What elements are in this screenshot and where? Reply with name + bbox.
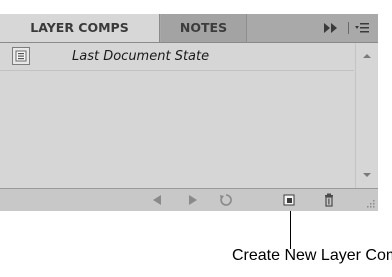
panel-menu-icon[interactable] bbox=[354, 21, 370, 35]
vertical-scrollbar[interactable] bbox=[355, 43, 378, 188]
layer-comp-name: Last Document State bbox=[72, 49, 210, 64]
tab-bar-divider bbox=[348, 22, 349, 34]
layer-comps-list: Last Document State bbox=[0, 43, 378, 188]
panel-tab-bar: LAYER COMPS NOTES bbox=[0, 14, 378, 43]
next-comp-icon[interactable] bbox=[184, 192, 202, 208]
layer-comp-icon[interactable] bbox=[12, 47, 30, 65]
callout-line bbox=[290, 211, 291, 249]
layer-comps-panel: LAYER COMPS NOTES Last Document State bbox=[0, 14, 378, 211]
fast-forward-icon[interactable] bbox=[322, 21, 340, 35]
update-comp-icon[interactable] bbox=[217, 192, 235, 208]
tab-bar-icons bbox=[258, 14, 378, 42]
list-item[interactable]: Last Document State bbox=[0, 43, 354, 71]
scroll-up-icon[interactable] bbox=[361, 51, 373, 61]
callout-label: Create New Layer Comp bbox=[232, 247, 392, 264]
resize-grip-icon[interactable] bbox=[364, 197, 376, 209]
tab-notes[interactable]: NOTES bbox=[161, 14, 247, 42]
delete-icon[interactable] bbox=[320, 192, 338, 208]
previous-comp-icon[interactable] bbox=[148, 192, 166, 208]
panel-bottom-bar bbox=[0, 188, 378, 211]
tab-layer-comps[interactable]: LAYER COMPS bbox=[0, 14, 160, 42]
scroll-down-icon[interactable] bbox=[361, 170, 373, 180]
new-layer-comp-icon[interactable] bbox=[280, 192, 298, 208]
